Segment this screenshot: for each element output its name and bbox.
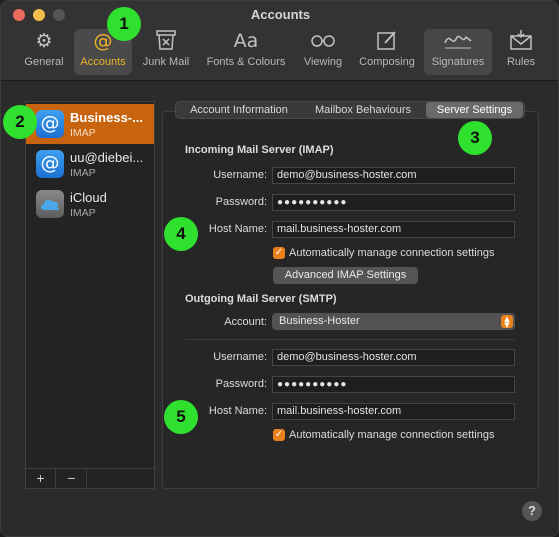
divider [185,339,515,340]
outgoing-password-field[interactable]: ●●●●●●●●●● [272,376,515,393]
help-button[interactable]: ? [522,501,542,521]
incoming-auto-manage-label: Automatically manage connection settings [289,247,495,259]
outgoing-account-label: Account: [224,316,267,328]
outgoing-username-label: Username: [213,351,267,363]
account-type: IMAP [70,127,96,139]
toolbar-junk-mail[interactable]: Junk Mail [138,29,194,75]
account-name: uu@diebei... [70,150,144,165]
incoming-auto-manage-checkbox[interactable]: ✓ [273,247,285,259]
toolbar-composing[interactable]: Composing [355,29,419,75]
tab-bar: Account Information Mailbox Behaviours S… [175,101,525,119]
toolbar-fonts-colours-label: Fonts & Colours [206,56,286,68]
accounts-sidebar: @ Business-... IMAP @ uu@diebei... IMAP … [25,101,155,489]
toolbar-signatures-label: Signatures [431,56,485,68]
select-arrows-icon: ▲ ▼ [501,315,513,329]
toolbar-general-label: General [24,56,64,68]
add-account-button[interactable]: + [26,469,56,488]
incoming-section-title: Incoming Mail Server (IMAP) [185,144,334,156]
account-name: Business-... [70,110,143,125]
outgoing-account-value: Business-Hoster [279,315,360,327]
sidebar-footer: + − [26,468,154,488]
account-name: iCloud [70,190,107,205]
tab-account-information[interactable]: Account Information [178,102,300,118]
toolbar-rules-label: Rules [506,56,536,68]
toolbar-junk-mail-label: Junk Mail [142,56,190,68]
toolbar-rules[interactable]: Rules [501,29,541,75]
account-item-business[interactable]: @ Business-... IMAP [26,104,154,144]
toolbar-viewing[interactable]: Viewing [297,29,349,75]
callout-marker-3: 3 [458,121,492,155]
window-title: Accounts [250,7,311,22]
at-icon: @ [36,110,64,138]
account-item-icloud[interactable]: iCloud IMAP [26,184,154,224]
outgoing-auto-manage-label: Automatically manage connection settings [289,429,495,441]
outgoing-username-field[interactable]: demo@business-hoster.com [272,349,515,366]
junk-icon [138,29,194,53]
outgoing-account-select[interactable]: Business-Hoster ▲ ▼ [272,313,515,330]
advanced-imap-settings-button[interactable]: Advanced IMAP Settings [273,267,418,284]
signature-icon [424,29,492,53]
at-icon: @ [36,150,64,178]
accounts-window: Accounts ⚙ General @ Accounts Junk Mail … [0,0,559,537]
toolbar-accounts-label: Accounts [80,56,126,68]
title-bar: Accounts ⚙ General @ Accounts Junk Mail … [1,1,558,81]
tab-mailbox-behaviours[interactable]: Mailbox Behaviours [304,102,422,118]
callout-marker-2: 2 [3,105,37,139]
cloud-icon [36,190,64,218]
fonts-icon: Aa [233,30,259,52]
incoming-username-label: Username: [213,169,267,181]
callout-marker-4: 4 [164,217,198,251]
outgoing-section-title: Outgoing Mail Server (SMTP) [185,293,337,305]
compose-icon [355,29,419,53]
account-type: IMAP [70,207,96,219]
account-item-diebei[interactable]: @ uu@diebei... IMAP [26,144,154,184]
incoming-username-field[interactable]: demo@business-hoster.com [272,167,515,184]
toolbar-viewing-label: Viewing [303,56,343,68]
incoming-host-field[interactable]: mail.business-hoster.com [272,221,515,238]
toolbar-fonts-colours[interactable]: Aa Fonts & Colours [201,29,291,75]
outgoing-auto-manage-checkbox[interactable]: ✓ [273,429,285,441]
outgoing-host-field[interactable]: mail.business-hoster.com [272,403,515,420]
toolbar-general[interactable]: ⚙ General [18,29,70,75]
callout-marker-1: 1 [107,7,141,41]
incoming-password-field[interactable]: ●●●●●●●●●● [272,194,515,211]
gear-icon: ⚙ [35,30,53,52]
toolbar-signatures[interactable]: Signatures [424,29,492,75]
incoming-password-label: Password: [215,196,267,208]
outgoing-password-label: Password: [215,378,267,390]
remove-account-button[interactable]: − [57,469,87,488]
tab-server-settings[interactable]: Server Settings [426,102,523,118]
callout-marker-5: 5 [164,400,198,434]
rules-icon [501,29,541,53]
account-type: IMAP [70,167,96,179]
glasses-icon [297,29,349,53]
toolbar-composing-label: Composing [359,56,415,68]
